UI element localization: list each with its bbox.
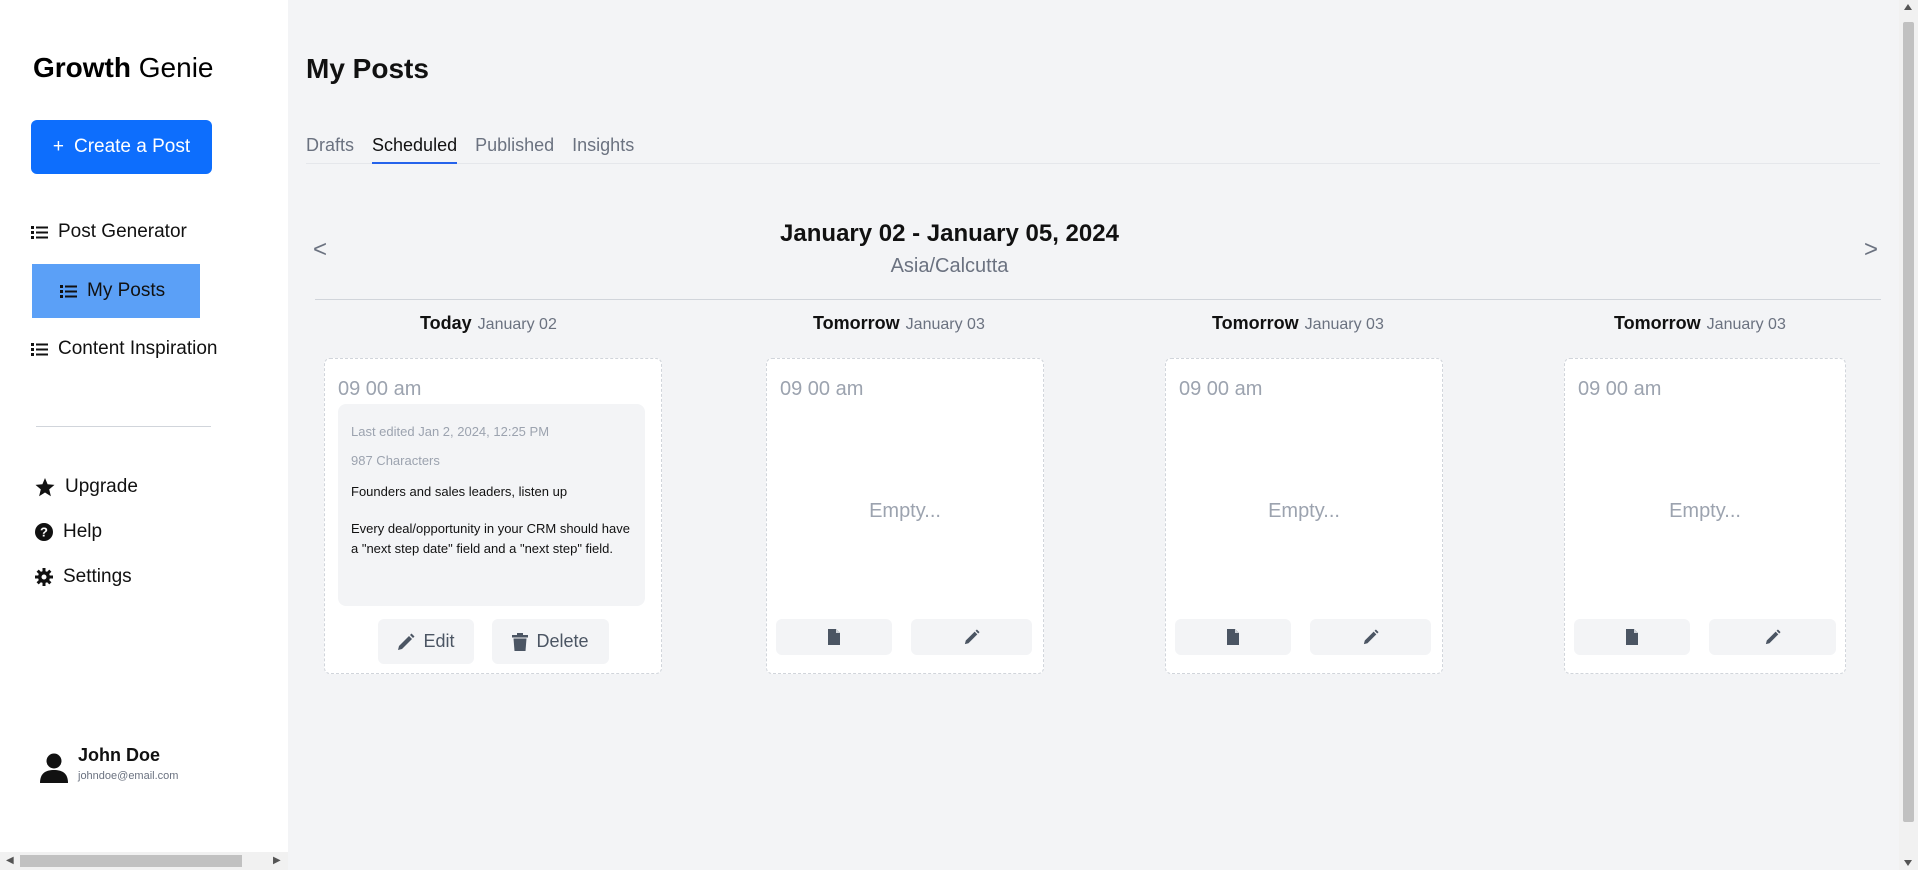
post-last-edited: Last edited Jan 2, 2024, 12:25 PM (351, 424, 550, 439)
schedule-slot-card[interactable]: 09 00 am Empty... (766, 358, 1044, 674)
trash-icon (512, 632, 529, 651)
edit-label: Edit (423, 631, 455, 651)
day-header: Tomorrow January 03 (813, 313, 985, 333)
file-icon (1227, 629, 1239, 645)
new-draft-button[interactable] (776, 619, 892, 655)
sidebar-item-label: Content Inspiration (58, 338, 218, 359)
sidebar-item-label: Help (63, 521, 103, 542)
day-header: Tomorrow January 03 (1212, 313, 1384, 333)
file-icon (828, 629, 840, 645)
next-week-button[interactable]: > (1864, 236, 1878, 264)
slot-time: 09 00 am (1578, 378, 1662, 400)
svg-text:?: ? (40, 525, 48, 540)
user-profile[interactable]: John Doe johndoe@email.com (40, 745, 178, 783)
question-circle-icon: ? (35, 523, 53, 541)
sidebar-item-label: Upgrade (65, 476, 138, 497)
new-draft-button[interactable] (1175, 619, 1291, 655)
scrollbar-thumb[interactable] (20, 855, 242, 867)
schedule-slot-card: 09 00 am Last edited Jan 2, 2024, 12:25 … (324, 358, 662, 674)
post-text-body: Every deal/opportunity in your CRM shoul… (351, 521, 630, 556)
user-email: johndoe@email.com (78, 770, 179, 782)
scheduled-post[interactable]: Last edited Jan 2, 2024, 12:25 PM 987 Ch… (338, 404, 645, 606)
range-divider (315, 299, 1881, 300)
slot-time: 09 00 am (1179, 378, 1263, 400)
sidebar-item-content-inspiration[interactable]: Content Inspiration (31, 338, 218, 360)
brand-logo[interactable]: Growth Genie (33, 52, 214, 84)
post-char-count: 987 Characters (351, 453, 440, 468)
sidebar-item-label: My Posts (87, 280, 166, 301)
page-title: My Posts (306, 53, 429, 84)
pencil-icon (398, 633, 415, 650)
pencil-icon (1765, 629, 1781, 645)
edit-post-button[interactable]: Edit (378, 619, 474, 664)
plus-icon: + (52, 136, 64, 157)
tab-insights[interactable]: Insights (572, 135, 634, 164)
empty-slot-label: Empty... (869, 500, 941, 522)
user-avatar-icon (40, 753, 68, 783)
new-draft-button[interactable] (1574, 619, 1690, 655)
tab-bar: Drafts Scheduled Published Insights (306, 135, 1880, 164)
write-post-button[interactable] (911, 619, 1032, 655)
post-text-line: Founders and sales leaders, listen up (351, 484, 568, 499)
delete-post-button[interactable]: Delete (492, 619, 609, 664)
star-icon (35, 477, 55, 496)
create-post-button[interactable]: + Create a Post (31, 120, 212, 174)
horizontal-scrollbar[interactable]: ◀ ▶ (0, 852, 288, 870)
sidebar-item-upgrade[interactable]: Upgrade (35, 476, 138, 498)
empty-slot-label: Empty... (1268, 500, 1340, 522)
scroll-up-icon[interactable] (1904, 4, 1912, 10)
sidebar-item-settings[interactable]: Settings (35, 566, 132, 588)
slot-time: 09 00 am (780, 378, 864, 400)
tab-published[interactable]: Published (475, 135, 554, 164)
sidebar-divider (36, 426, 211, 427)
tab-scheduled[interactable]: Scheduled (372, 135, 458, 164)
empty-slot-label: Empty... (1669, 500, 1741, 522)
delete-label: Delete (536, 631, 589, 651)
day-header: Tomorrow January 03 (1614, 313, 1786, 333)
scroll-down-icon[interactable] (1904, 860, 1912, 866)
file-icon (1626, 629, 1638, 645)
create-post-label: Create a Post (73, 136, 191, 157)
vertical-scrollbar[interactable] (1899, 0, 1918, 870)
tab-drafts[interactable]: Drafts (306, 135, 354, 164)
sidebar-item-help[interactable]: ? Help (35, 521, 102, 543)
schedule-slot-card[interactable]: 09 00 am Empty... (1165, 358, 1443, 674)
date-range-title: January 02 - January 05, 2024 (780, 220, 1119, 247)
user-name: John Doe (78, 745, 161, 765)
write-post-button[interactable] (1310, 619, 1431, 655)
scroll-right-icon[interactable]: ▶ (273, 855, 281, 866)
sidebar: Growth Genie + Create a Post Post Genera… (0, 0, 288, 870)
scrollbar-thumb[interactable] (1903, 22, 1914, 822)
day-header: Today January 02 (420, 313, 557, 333)
scroll-left-icon[interactable]: ◀ (6, 855, 14, 866)
slot-time: 09 00 am (338, 378, 422, 400)
schedule-slot-card[interactable]: 09 00 am Empty... (1564, 358, 1846, 674)
list-icon (60, 284, 77, 298)
pencil-icon (964, 629, 980, 645)
timezone-label: Asia/Calcutta (890, 255, 1009, 277)
sidebar-item-label: Settings (63, 566, 132, 587)
write-post-button[interactable] (1709, 619, 1836, 655)
gear-icon (35, 568, 53, 586)
list-icon (31, 342, 48, 356)
pencil-icon (1363, 629, 1379, 645)
